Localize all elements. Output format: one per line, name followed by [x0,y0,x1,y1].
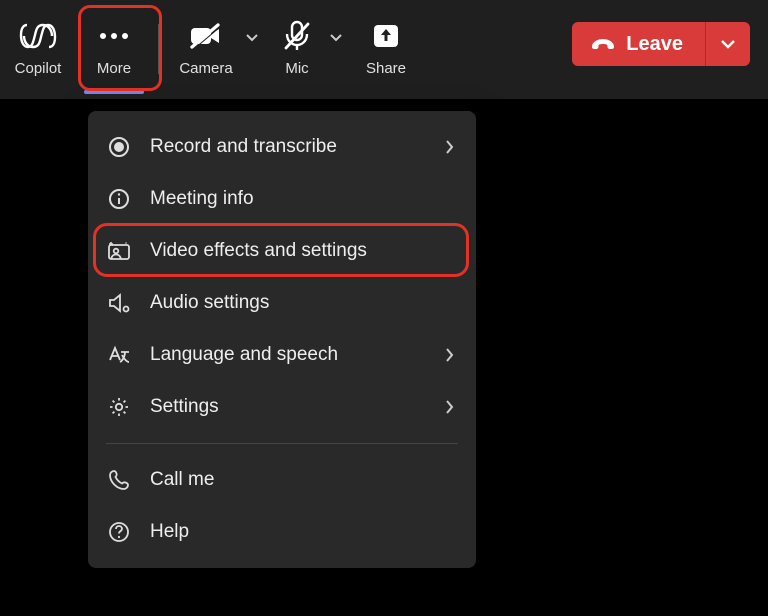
share-label: Share [366,60,406,77]
menu-item-settings[interactable]: Settings [88,381,476,433]
more-label: More [97,60,131,77]
menu-item-label: Video effects and settings [150,240,454,262]
menu-item-help[interactable]: Help [88,506,476,558]
copilot-icon [19,20,57,52]
video-effects-icon [106,238,132,264]
copilot-button[interactable]: Copilot [2,0,74,90]
hangup-icon [590,37,616,51]
leave-button-group: Leave [572,22,750,66]
menu-item-label: Record and transcribe [150,136,445,158]
menu-item-label: Help [150,521,454,543]
more-menu: Record and transcribe Meeting info Video… [88,111,476,568]
mic-off-icon [282,20,312,52]
menu-item-language-speech[interactable]: Language and speech [88,329,476,381]
leave-button[interactable]: Leave [572,22,706,66]
camera-off-icon [189,20,223,52]
leave-label: Leave [626,33,683,56]
more-active-indicator [84,90,144,94]
meeting-toolbar: Copilot More Camera [0,0,768,100]
phone-icon [106,467,132,493]
chevron-right-icon [445,139,454,155]
menu-item-audio-settings[interactable]: Audio settings [88,277,476,329]
share-button[interactable]: Share [349,0,423,90]
chevron-right-icon [445,347,454,363]
more-button[interactable]: More [74,0,154,90]
mic-button[interactable]: Mic [265,0,329,90]
record-icon [106,134,132,160]
menu-item-record-transcribe[interactable]: Record and transcribe [88,121,476,173]
menu-item-call-me[interactable]: Call me [88,454,476,506]
share-icon [372,20,400,52]
menu-separator [106,443,458,444]
toolbar-separator [158,24,159,74]
language-icon [106,342,132,368]
mic-label: Mic [285,60,308,77]
help-icon [106,519,132,545]
chevron-right-icon [445,399,454,415]
menu-item-video-effects[interactable]: Video effects and settings [88,225,476,277]
leave-options-chevron[interactable] [706,22,750,66]
audio-settings-icon [106,290,132,316]
menu-item-label: Settings [150,396,445,418]
gear-icon [106,394,132,420]
menu-item-label: Audio settings [150,292,454,314]
camera-button[interactable]: Camera [167,0,245,90]
menu-item-label: Language and speech [150,344,445,366]
more-icon [99,20,129,52]
camera-options-chevron[interactable] [245,0,265,74]
copilot-label: Copilot [15,60,62,77]
menu-item-label: Meeting info [150,188,454,210]
menu-item-label: Call me [150,469,454,491]
menu-item-meeting-info[interactable]: Meeting info [88,173,476,225]
mic-options-chevron[interactable] [329,0,349,74]
info-icon [106,186,132,212]
camera-label: Camera [179,60,232,77]
